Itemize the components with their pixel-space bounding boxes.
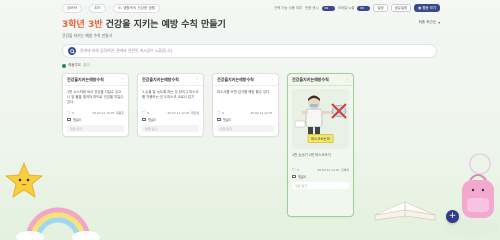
card-title: 건강을지키는예방수칙 xyxy=(67,76,104,82)
more-icon[interactable]: ⋮ xyxy=(195,77,199,82)
like-count: 0 xyxy=(72,111,74,115)
comment-row[interactable]: 댓글0 xyxy=(138,116,203,123)
image-caption: 마스크쓰는어 xyxy=(307,134,334,143)
post-card[interactable]: 건강을지키는예방수칙 ⋮ 마스크를 쓰면 감기를 예방 할수 있다. ♡ 0 25… xyxy=(212,73,279,137)
card-header: 건강을지키는예방수칙 ⋮ xyxy=(213,74,278,86)
chevron-down-icon: ▾ xyxy=(438,20,440,25)
breadcrumb-separator: › xyxy=(84,6,87,10)
heart-icon[interactable]: ♡ xyxy=(292,168,296,172)
card-body: 마스크를 쓰면 감기를 예방 할수 있다. xyxy=(217,90,271,94)
star-decoration xyxy=(4,161,44,198)
like-count: 0 xyxy=(222,111,224,115)
decoration-left xyxy=(4,161,100,240)
comment-row[interactable]: 댓글0 xyxy=(213,116,278,123)
post-date: 25.02.11 12:07 xyxy=(317,168,340,172)
settings-button[interactable]: 설정 xyxy=(373,4,388,13)
comment-label: 댓글0 xyxy=(148,118,156,122)
card-body: 1번 소스처럼 써서 건강을 지킬수 있으니 앞 물을 챙겨야 하므로 건강을 … xyxy=(67,90,124,104)
comment-input[interactable]: 댓글 달기 xyxy=(142,125,199,132)
view-activity-button[interactable]: ▦ 활동 보기 xyxy=(414,4,440,13)
breadcrumb-item[interactable]: 6. 생활속의 건강한 생활 xyxy=(113,4,161,13)
search-bar[interactable]: 관계에 대해 입력하면, 관계와 관련된 게시글이 노출됩니다. xyxy=(62,44,437,58)
backpack-decoration xyxy=(442,153,498,237)
view-activity-label: 활동 보기 xyxy=(422,5,436,10)
book-decoration xyxy=(374,201,436,221)
breadcrumb-item[interactable]: 피드 xyxy=(89,4,106,13)
post-author: 최진영 xyxy=(191,111,199,115)
heart-icon[interactable]: ♡ xyxy=(217,111,221,115)
comment-input[interactable]: 댓글 달기 xyxy=(292,182,349,189)
post-author: 최봉주 xyxy=(116,111,124,115)
comment-label: 댓글0 xyxy=(223,118,231,122)
control-label: 반응 표시 xyxy=(305,5,319,10)
grade-label: 3학년 3반 xyxy=(62,20,103,30)
comment-icon xyxy=(142,117,146,122)
share-settings-button[interactable]: 공유설정 xyxy=(390,4,412,13)
card-title: 건강을지키는예방수칙 xyxy=(292,76,329,82)
comment-label: 댓글0 xyxy=(298,175,306,179)
comment-input[interactable]: 댓글 달기 xyxy=(217,125,274,132)
title-text: 건강을 지키는 예방 수칙 만들기 xyxy=(105,20,226,30)
heart-icon[interactable]: ♡ xyxy=(67,111,71,115)
comment-icon xyxy=(292,174,296,179)
top-bar: 담벼락 › 피드 › 6. 생활속의 건강한 생활 선택 기능 사용 여부 반응… xyxy=(0,0,500,16)
post-date: 25.02.11 12:07 xyxy=(92,111,115,115)
page-subtitle: 건강을 지키는 예방 수칙 만들기 xyxy=(62,33,113,38)
header-controls: 선택 기능 사용 여부 반응 표시 ON 모바일 노출 ON 설정 공유설정 ▦… xyxy=(273,4,440,13)
search-input[interactable]: 관계에 대해 입력하면, 관계와 관련된 게시글이 노출됩니다. xyxy=(80,48,174,54)
like-count: 0 xyxy=(297,168,299,172)
breadcrumb-item[interactable]: 담벼락 xyxy=(62,4,82,13)
comment-row[interactable]: 댓글0 xyxy=(288,173,353,180)
title-area: 3학년 3반 건강을 지키는 예방 수칙 만들기 건강을 지키는 예방 수칙 만… xyxy=(62,20,226,38)
author-tag: 참고 xyxy=(83,63,90,67)
comment-label: 댓글0 xyxy=(73,118,81,122)
card-header: 건강을지키는예방수칙 ⋮ xyxy=(138,74,203,86)
search-icon xyxy=(68,47,76,55)
comment-icon xyxy=(67,117,71,122)
post-card-selected[interactable]: 건강을지키는예방수칙 ⋮ 마스크쓰는어 1번 손씻기 2번 마스크쓰기 ♡ 0 2… xyxy=(287,73,354,217)
comment-icon xyxy=(217,117,221,122)
post-image[interactable]: 마스크쓰는어 xyxy=(292,89,349,149)
mobile-toggle[interactable]: ON xyxy=(357,5,371,11)
breadcrumb: 담벼락 › 피드 › 6. 생활속의 건강한 생활 xyxy=(62,4,161,13)
card-header: 건강을지키는예방수칙 ⋮ xyxy=(63,74,128,86)
post-author: 강채희 xyxy=(341,168,349,172)
author-line: 최봉주도 참고 xyxy=(62,63,90,68)
sort-label: 최종 최근순 xyxy=(418,20,437,24)
card-body: 1번 손씻기 2번 마스크쓰기 xyxy=(292,153,331,157)
reaction-toggle[interactable]: ON xyxy=(321,5,335,11)
control-label: 선택 기능 사용 여부 xyxy=(273,5,303,10)
add-post-button[interactable]: + xyxy=(446,210,459,223)
more-icon[interactable]: ⋮ xyxy=(345,77,349,82)
page-title: 3학년 3반 건강을 지키는 예방 수칙 만들기 xyxy=(62,20,226,31)
sort-select[interactable]: 최종 최근순 ▾ xyxy=(419,20,441,25)
more-icon[interactable]: ⋮ xyxy=(270,77,274,82)
card-title: 건강을지키는예방수칙 xyxy=(217,76,254,82)
control-label: 모바일 노출 xyxy=(337,5,355,10)
heart-icon[interactable]: ♡ xyxy=(142,111,146,115)
post-card[interactable]: 건강을지키는예방수칙 ⋮ 1.손을 잘 씻도록 하는 것 방지 2.마스크를 착… xyxy=(137,73,204,137)
card-title: 건강을지키는예방수칙 xyxy=(142,76,179,82)
like-count: 0 xyxy=(147,111,149,115)
author-name: 최봉주도 xyxy=(68,63,82,67)
toggle-text: ON xyxy=(359,6,364,10)
post-date: 25.02.11 12:07 xyxy=(250,111,273,115)
more-icon[interactable]: ⋮ xyxy=(120,77,124,82)
breadcrumb-separator: › xyxy=(108,6,111,10)
post-date: 25.02.11 12:07 xyxy=(167,111,190,115)
plus-icon: + xyxy=(448,211,457,221)
toggle-text: ON xyxy=(324,6,329,10)
card-body: 1.손을 잘 씻도록 하는 것 방지 2.마스크를 착용하는 것 3.마스크 코… xyxy=(142,90,199,99)
avatar xyxy=(62,63,66,68)
card-header: 건강을지키는예방수칙 ⋮ xyxy=(288,74,353,86)
comment-row[interactable]: 댓글0 xyxy=(63,116,128,123)
post-card[interactable]: 건강을지키는예방수칙 ⋮ 1번 소스처럼 써서 건강을 지킬수 있으니 앞 물을… xyxy=(62,73,129,137)
comment-input[interactable]: 댓글 달기 xyxy=(67,125,124,132)
